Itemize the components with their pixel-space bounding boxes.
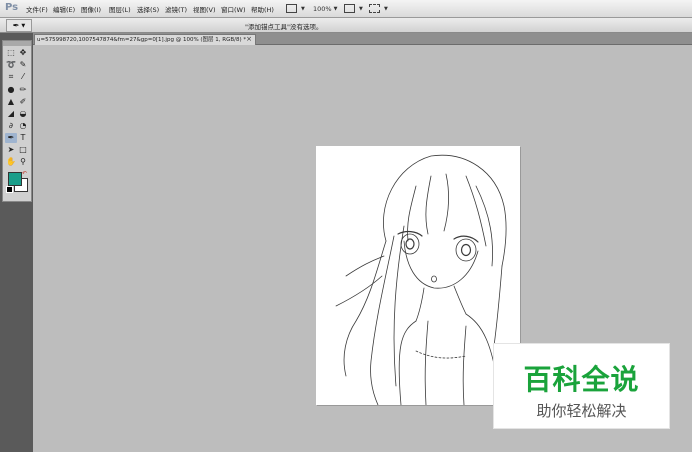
menu-image[interactable]: 图像(I)	[81, 4, 101, 14]
hand-tool-icon[interactable]: ✋	[5, 157, 17, 167]
tool-preset-picker[interactable]: ✒ ▼	[6, 19, 32, 32]
path-select-icon[interactable]: ➤	[5, 145, 17, 155]
menu-view[interactable]: 视图(V)	[193, 4, 216, 14]
move-tool-icon[interactable]: ✥	[17, 48, 29, 58]
type-tool-icon[interactable]: T	[17, 133, 29, 143]
screen-mode-icon	[286, 4, 297, 13]
menu-filter[interactable]: 滤镜(T)	[165, 4, 187, 14]
watermark-subtitle: 助你轻松解决	[536, 402, 627, 420]
menu-layer[interactable]: 图层(L)	[109, 4, 131, 14]
toolbox-grip[interactable]	[3, 41, 31, 46]
blur-tool-icon[interactable]: ∂	[5, 121, 17, 131]
screen-layout-icon	[369, 4, 380, 13]
swap-colors-icon[interactable]: ↶	[22, 170, 27, 177]
document-canvas[interactable]	[316, 146, 520, 405]
screen-layout-dropdown[interactable]: ▼	[369, 3, 388, 14]
menu-help[interactable]: 帮助(H)	[251, 4, 274, 14]
menu-edit[interactable]: 编辑(E)	[53, 4, 75, 14]
dodge-tool-icon[interactable]: ◔	[17, 121, 29, 131]
document-tab-title: u=575998720,1007547874&fm=27&gp=0[1].jpg…	[37, 37, 247, 43]
shape-tool-icon[interactable]: □	[17, 145, 29, 155]
clone-stamp-icon[interactable]: ▲	[5, 97, 17, 107]
anime-girl-sketch-image	[335, 154, 507, 405]
document-tab[interactable]: u=575998720,1007547874&fm=27&gp=0[1].jpg…	[34, 34, 256, 45]
menu-file[interactable]: 文件(F)	[26, 4, 48, 14]
screen-mode-dropdown[interactable]: ▼	[286, 3, 305, 14]
eyedropper-icon[interactable]: ⁄	[17, 72, 29, 82]
options-bar: ✒ ▼ "添加锚点工具"没有选项。	[0, 18, 692, 33]
menu-bar: Ps 文件(F) 编辑(E) 图像(I) 图层(L) 选择(S) 滤镜(T) 视…	[0, 0, 692, 18]
close-icon[interactable]: ×	[245, 35, 253, 44]
menu-select[interactable]: 选择(S)	[137, 4, 159, 14]
add-anchor-point-icon: ✒	[12, 21, 20, 30]
crop-tool-icon[interactable]: ⌗	[5, 72, 17, 82]
chevron-down-icon: ▼	[359, 5, 363, 12]
healing-brush-icon[interactable]: ●	[5, 85, 17, 95]
chevron-down-icon: ▼	[333, 5, 338, 12]
options-hint: "添加锚点工具"没有选项。	[245, 23, 323, 31]
pen-tool-icon[interactable]: ✒	[5, 133, 17, 143]
watermark-title: 百科全说	[523, 363, 640, 396]
chevron-down-icon: ▼	[21, 22, 26, 29]
chevron-down-icon: ▼	[301, 5, 305, 12]
quick-select-icon[interactable]: ✎	[17, 60, 29, 70]
toolbox: ⬚ ✥ ➰ ✎ ⌗ ⁄ ● ✏ ▲ ✐ ◢ ◒ ∂ ◔ ✒ T ➤ □ ✋ ⚲ …	[2, 40, 32, 202]
default-colors-icon[interactable]	[6, 186, 13, 193]
eraser-tool-icon[interactable]: ◢	[5, 109, 17, 119]
zoom-value: 100%	[313, 4, 332, 13]
chevron-down-icon: ▼	[384, 5, 388, 12]
arrange-documents-icon	[344, 4, 355, 13]
marquee-tool-icon[interactable]: ⬚	[5, 48, 17, 58]
menu-window[interactable]: 窗口(W)	[221, 4, 246, 14]
watermark-logo: 百科全说 助你轻松解决	[493, 343, 670, 429]
brush-tool-icon[interactable]: ✏	[17, 85, 29, 95]
zoom-dropdown[interactable]: 100% ▼	[313, 3, 337, 14]
paint-bucket-icon[interactable]: ◒	[17, 109, 29, 119]
lasso-tool-icon[interactable]: ➰	[5, 60, 17, 70]
foreground-color-swatch[interactable]	[8, 172, 22, 186]
photoshop-logo: Ps	[5, 2, 19, 13]
document-tab-strip: u=575998720,1007547874&fm=27&gp=0[1].jpg…	[33, 33, 692, 45]
zoom-tool-icon[interactable]: ⚲	[17, 157, 29, 167]
arrange-documents-dropdown[interactable]: ▼	[344, 3, 363, 14]
history-brush-icon[interactable]: ✐	[17, 97, 29, 107]
